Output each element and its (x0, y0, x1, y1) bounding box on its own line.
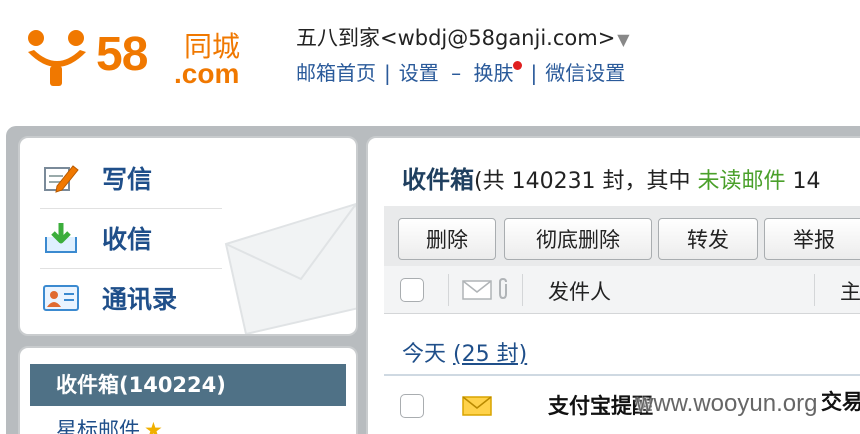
forward-button[interactable]: 转发 (658, 218, 758, 260)
logo-suffix: .com (174, 58, 240, 89)
compose-label: 写信 (102, 165, 153, 194)
column-divider (448, 274, 449, 306)
sidebar-folders: 收件箱(140224) 星标邮件 ★ (18, 346, 358, 434)
row-checkbox[interactable] (400, 394, 424, 418)
attachment-column-icon[interactable] (496, 278, 510, 300)
sidebar-actions: 写信 收信 通讯录 (18, 136, 358, 336)
delete-button[interactable]: 删除 (398, 218, 496, 260)
folder-starred-label: 星标邮件 (56, 418, 140, 434)
wechat-settings-link[interactable]: 微信设置 (545, 61, 625, 85)
mail-toolbar: 删除 彻底删除 转发 举报 (384, 206, 860, 266)
envelope-icon (462, 396, 492, 416)
folder-inbox[interactable]: 收件箱(140224) (30, 364, 346, 406)
compose-action[interactable]: 写信 (42, 150, 222, 206)
envelope-column-icon[interactable] (462, 280, 492, 300)
contacts-label: 通讯录 (102, 285, 178, 314)
date-group-today: 今天 (25 封) (402, 336, 527, 368)
inbox-download-icon (42, 219, 80, 257)
column-divider (522, 274, 523, 306)
mail-subject: 交易 (821, 390, 860, 414)
contacts-action[interactable]: 通讯录 (42, 270, 222, 326)
logo-number: 58 (96, 28, 148, 81)
subject-column-header[interactable]: 主 (840, 276, 860, 306)
receive-action[interactable]: 收信 (42, 210, 222, 266)
inbox-summary-tail: 14 (785, 169, 821, 194)
smiley-mascot-icon (28, 30, 86, 86)
new-badge-dot-icon (513, 61, 523, 70)
receive-label: 收信 (102, 225, 153, 254)
report-button[interactable]: 举报 (764, 218, 860, 260)
nav-separator: | (530, 61, 538, 85)
nav-separator: | (384, 61, 391, 85)
logo-58[interactable]: 58 同城 .com (24, 26, 264, 89)
nav-dash: – (451, 61, 462, 85)
column-header: 发件人 主 (384, 266, 860, 314)
star-icon: ★ (144, 418, 163, 434)
group-count-link[interactable]: (25 封) (453, 342, 527, 367)
divider (40, 268, 222, 269)
top-nav: 邮箱首页 | 设置 – 换肤 | 微信设置 (296, 59, 625, 87)
column-divider (814, 274, 815, 306)
group-label: 今天 (402, 342, 447, 367)
mail-home-link[interactable]: 邮箱首页 (296, 61, 376, 85)
contact-card-icon (42, 279, 80, 317)
unread-mail-link[interactable]: 未读邮件 (698, 169, 786, 194)
permanent-delete-button[interactable]: 彻底删除 (504, 218, 652, 260)
user-account[interactable]: 五八到家<wbdj@58ganji.com> ▼ (296, 24, 630, 54)
dropdown-caret-icon[interactable]: ▼ (617, 30, 629, 49)
envelope-watermark-icon (224, 202, 356, 334)
user-display: 五八到家<wbdj@58ganji.com> (296, 26, 616, 50)
folder-starred[interactable]: 星标邮件 ★ (56, 414, 163, 434)
inbox-title: 收件箱 (402, 166, 474, 194)
divider (40, 208, 222, 209)
inbox-heading: 收件箱(共 140231 封，其中 未读邮件 14 (402, 164, 821, 198)
inbox-summary: (共 140231 封，其中 (474, 169, 698, 194)
group-divider (384, 374, 860, 376)
watermark-text: www.wooyun.org (636, 390, 818, 417)
sender-column-header[interactable]: 发件人 (548, 276, 611, 306)
skin-link[interactable]: 换肤 (473, 61, 513, 85)
select-all-checkbox[interactable] (400, 278, 424, 302)
settings-link[interactable]: 设置 (399, 61, 439, 85)
pencil-note-icon (42, 159, 80, 197)
